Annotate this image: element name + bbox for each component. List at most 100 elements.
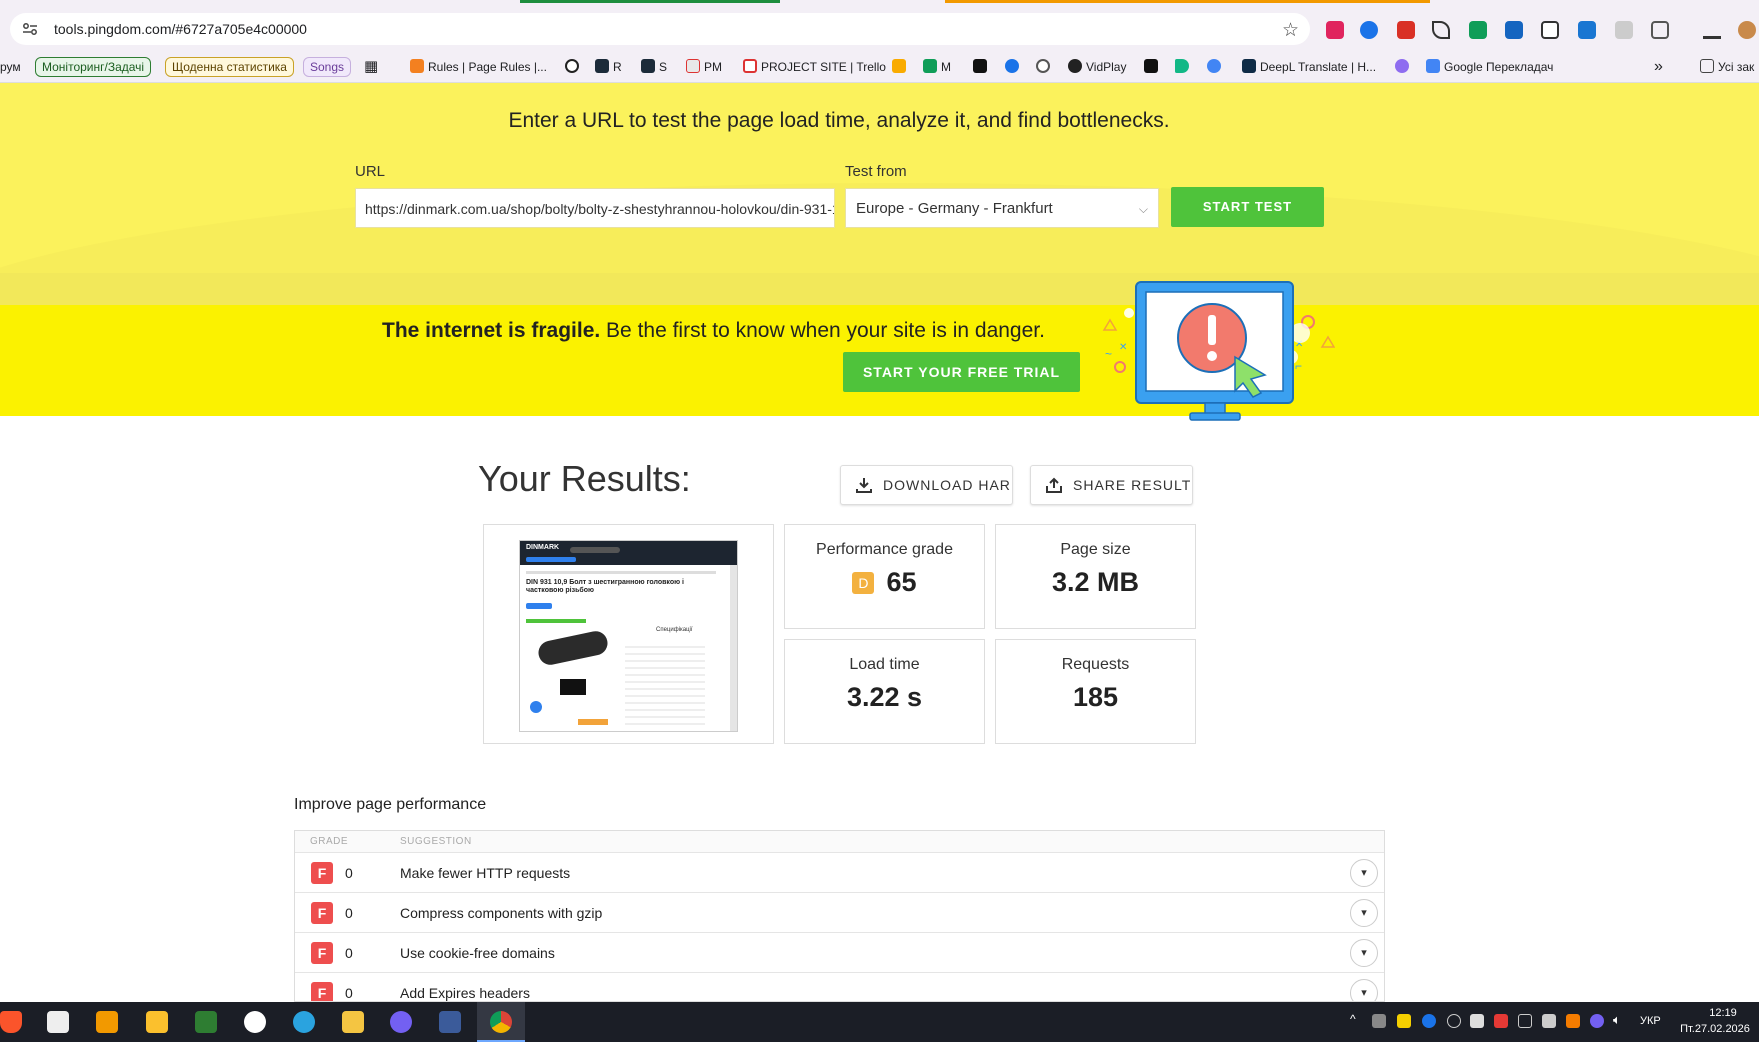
start-test-button[interactable]: START TEST: [1171, 187, 1324, 227]
bookmark-icon-only[interactable]: [1036, 57, 1054, 77]
expand-chevron-icon[interactable]: ▾: [1350, 939, 1378, 967]
bing-extension-icon[interactable]: [1360, 21, 1378, 39]
bookmark-label: S: [659, 60, 668, 74]
col-grade-header: GRADE: [310, 836, 349, 847]
bookmark-item[interactable]: VidPlay: [1068, 57, 1126, 77]
table-row[interactable]: F 0 Make fewer HTTP requests ▾: [295, 853, 1384, 893]
bookmark-item[interactable]: PROJECT SITE | Trello: [743, 57, 886, 77]
hp-tray-icon[interactable]: [1422, 1014, 1436, 1028]
extension-icon[interactable]: [1469, 21, 1487, 39]
bookmark-item[interactable]: PM: [686, 57, 722, 77]
download-icon[interactable]: [1703, 21, 1721, 39]
load-time-card: Load time 3.22 s: [784, 639, 985, 744]
bookmark-icon-only[interactable]: [892, 57, 910, 77]
share-result-button[interactable]: SHARE RESULT: [1030, 465, 1193, 505]
headphones-tray-icon[interactable]: [1447, 1014, 1461, 1028]
bookmark-icon-only[interactable]: [565, 57, 583, 77]
bookmark-label: PROJECT SITE | Trello: [761, 60, 886, 74]
bookmark-icon-only[interactable]: [973, 57, 991, 77]
download-icon: [856, 478, 872, 493]
bookmark-item[interactable]: S: [641, 57, 667, 77]
thumb-chat: [530, 701, 542, 713]
clock-date[interactable]: Пт.27.02.2026: [1672, 1023, 1758, 1035]
tray-icon[interactable]: [1494, 1014, 1508, 1028]
table-row[interactable]: F 0 Use cookie-free domains ▾: [295, 933, 1384, 973]
pen-extension-icon[interactable]: [1432, 21, 1450, 39]
expand-chevron-icon[interactable]: ▾: [1350, 859, 1378, 887]
viber-tray-icon[interactable]: [1590, 1014, 1604, 1028]
bookmark-item[interactable]: DeepL Translate | Н...: [1242, 57, 1376, 77]
extension-icon[interactable]: [1615, 21, 1633, 39]
test-location-select[interactable]: Europe - Germany - Frankfurt ⌵: [845, 188, 1159, 228]
site-settings-icon[interactable]: [22, 21, 38, 37]
tray-expand-icon[interactable]: ^: [1350, 1012, 1356, 1026]
telegram-icon[interactable]: [293, 1011, 315, 1033]
bookmark-icon-only[interactable]: [1175, 57, 1193, 77]
ublock-extension-icon[interactable]: [1326, 21, 1344, 39]
chat-app-icon[interactable]: [195, 1011, 217, 1033]
bookmark-icon-only[interactable]: [1207, 57, 1225, 77]
expand-chevron-icon[interactable]: ▾: [1350, 899, 1378, 927]
brave-browser-icon[interactable]: [0, 1011, 22, 1033]
bookmarks-bar: рум Моніторинг/Задачі Щоденна статистика…: [0, 50, 1759, 83]
document-app-icon[interactable]: [439, 1011, 461, 1033]
telegram-tray-icon[interactable]: [1542, 1014, 1556, 1028]
url-input[interactable]: https://dinmark.com.ua/shop/bolty/bolty-…: [355, 188, 835, 228]
photos-icon[interactable]: [96, 1011, 118, 1033]
thumb-brand: DINMARK: [526, 544, 560, 551]
bookmark-item[interactable]: M: [923, 57, 951, 77]
profile-avatar[interactable]: [1738, 21, 1756, 39]
performance-grade-label: Performance grade: [816, 541, 953, 558]
bookmark-folder[interactable]: Щоденна статистика: [165, 57, 294, 77]
performance-grade-card: Performance grade D 65: [784, 524, 985, 629]
bookmark-item[interactable]: Google Перекладач: [1426, 57, 1553, 77]
clock-time[interactable]: 12:19: [1693, 1007, 1753, 1019]
snipping-tool-icon[interactable]: [47, 1011, 69, 1033]
suggestion-text: Make fewer HTTP requests: [400, 865, 571, 881]
chrome-taskbar-active[interactable]: [477, 1002, 525, 1042]
trello-extension-icon[interactable]: [1578, 21, 1596, 39]
table-row[interactable]: F 0 Compress components with gzip ▾: [295, 893, 1384, 933]
bookmark-folder[interactable]: Songs: [303, 57, 352, 77]
extensions-puzzle-icon[interactable]: [1651, 21, 1669, 39]
download-har-button[interactable]: DOWNLOAD HAR: [840, 465, 1013, 505]
bookmark-folder[interactable]: Усі зак: [1700, 57, 1754, 77]
bookmark-item[interactable]: Rules | Page Rules |...: [410, 57, 547, 77]
expand-chevron-icon[interactable]: ▾: [1350, 979, 1378, 1001]
tray-icon[interactable]: [1566, 1014, 1580, 1028]
extension-icon[interactable]: [1397, 21, 1415, 39]
volume-icon[interactable]: 🔈︎: [1613, 1012, 1621, 1028]
page-screenshot-card: DINMARK DIN 931 10,9 Болт з шестигранною…: [483, 524, 774, 744]
url-text[interactable]: tools.pingdom.com/#6727a705e4c00000: [54, 21, 307, 37]
tab-indicator: [945, 0, 1430, 3]
hero-section: Enter a URL to test the page load time, …: [0, 83, 1759, 305]
hero-subtitle: Enter a URL to test the page load time, …: [508, 109, 1170, 132]
omnibox[interactable]: tools.pingdom.com/#6727a705e4c00000 ☆: [10, 13, 1310, 45]
start-free-trial-button[interactable]: START YOUR FREE TRIAL: [843, 352, 1080, 392]
flag-extension-icon[interactable]: [1505, 21, 1523, 39]
image-extension-icon[interactable]: [1541, 21, 1559, 39]
tray-icon[interactable]: [1397, 1014, 1411, 1028]
bookmark-item[interactable]: R: [595, 57, 622, 77]
tray-icon[interactable]: [1372, 1014, 1386, 1028]
thumb-header: DINMARK: [520, 541, 737, 565]
bookmark-icon-only[interactable]: [1144, 57, 1162, 77]
bookmark-item[interactable]: рум: [0, 57, 21, 77]
thumb-video: [560, 679, 586, 695]
table-row[interactable]: F 0 Add Expires headers ▾: [295, 973, 1384, 1001]
display-tray-icon[interactable]: [1518, 1014, 1532, 1028]
bookmark-folder[interactable]: Моніторинг/Задачі: [35, 57, 152, 77]
thumb-badge: [526, 619, 586, 623]
bookmark-star-icon[interactable]: ☆: [1282, 19, 1299, 42]
tray-icon[interactable]: [1470, 1014, 1484, 1028]
bookmark-icon: [973, 59, 987, 73]
viber-icon[interactable]: [390, 1011, 412, 1033]
file-explorer-icon[interactable]: [342, 1011, 364, 1033]
bookmark-icon-only[interactable]: [1005, 57, 1023, 77]
bookmark-icon-only[interactable]: [1395, 57, 1413, 77]
language-indicator[interactable]: УКР: [1640, 1015, 1661, 1027]
bookmarks-overflow-icon[interactable]: »: [1654, 57, 1663, 77]
sticky-notes-icon[interactable]: [146, 1011, 168, 1033]
app-icon[interactable]: [244, 1011, 266, 1033]
apps-grid-icon[interactable]: ▦: [364, 57, 378, 77]
